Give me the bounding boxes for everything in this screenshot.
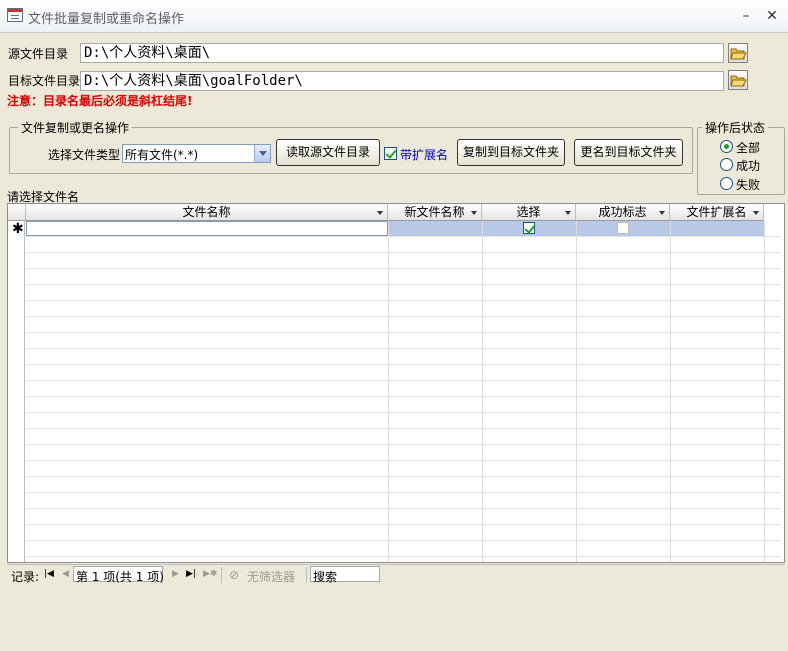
- read-source-button[interactable]: 读取源文件目录: [276, 139, 380, 166]
- new-record-icon: ✱: [12, 221, 24, 237]
- col-header-extension[interactable]: 文件扩展名: [670, 204, 764, 221]
- row-divider: [25, 460, 781, 461]
- sort-arrow-icon[interactable]: [565, 211, 571, 215]
- col-header-select[interactable]: 选择: [482, 204, 576, 221]
- search-input[interactable]: 搜索: [310, 566, 380, 584]
- source-browse-button[interactable]: [728, 43, 748, 63]
- form-icon: [7, 8, 23, 22]
- row-divider: [25, 428, 781, 429]
- row-divider: [25, 348, 781, 349]
- col-divider: [576, 221, 577, 562]
- row-divider: [25, 252, 781, 253]
- col-divider: [764, 221, 765, 562]
- row-divider: [25, 364, 781, 365]
- with-extension-label: 带扩展名: [400, 148, 449, 162]
- row-divider: [25, 524, 781, 525]
- new-row-extension-cell[interactable]: [670, 221, 764, 236]
- row-divider: [25, 316, 781, 317]
- close-button[interactable]: ✕: [763, 7, 781, 25]
- select-checkbox[interactable]: [523, 222, 535, 234]
- status-radio-all[interactable]: [720, 140, 733, 153]
- copy-to-target-button[interactable]: 复制到目标文件夹: [457, 139, 565, 166]
- first-record-icon[interactable]: |◀: [44, 569, 54, 579]
- source-dir-label: 源文件目录: [8, 47, 69, 61]
- col-header-new-filename[interactable]: 新文件名称: [388, 204, 482, 221]
- row-divider: [25, 412, 781, 413]
- sort-arrow-icon[interactable]: [377, 211, 383, 215]
- col-header-label: 文件名称: [182, 205, 231, 219]
- new-row-new-filename-cell[interactable]: [388, 221, 482, 236]
- col-divider: [388, 221, 389, 562]
- new-row-success-cell[interactable]: [576, 221, 670, 236]
- search-placeholder: 搜索: [313, 570, 338, 584]
- row-divider: [25, 300, 781, 301]
- minimize-button[interactable]: –: [737, 7, 755, 25]
- row-divider: [25, 236, 781, 237]
- status-radio-failed[interactable]: [720, 177, 733, 190]
- row-divider: [25, 556, 781, 557]
- with-extension-checkbox[interactable]: [384, 147, 397, 160]
- file-type-select[interactable]: 所有文件(*.*): [122, 144, 271, 163]
- col-header-label: 成功标志: [598, 205, 647, 219]
- row-divider: [25, 332, 781, 333]
- row-divider: [25, 508, 781, 509]
- target-browse-button[interactable]: [728, 70, 748, 90]
- no-filter-label[interactable]: 无筛选器: [247, 568, 295, 585]
- new-row-filename-cell[interactable]: [26, 221, 388, 236]
- nav-divider: [221, 567, 222, 583]
- status-label-all: 全部: [736, 141, 761, 155]
- source-dir-input[interactable]: D:\个人资料\桌面\: [80, 43, 724, 63]
- row-divider: [25, 492, 781, 493]
- selector-header: [8, 204, 26, 221]
- row-divider: [25, 444, 781, 445]
- col-header-success-flag[interactable]: 成功标志: [576, 204, 670, 221]
- status-radio-success[interactable]: [720, 158, 733, 171]
- row-divider: [25, 540, 781, 541]
- target-dir-label: 目标文件目录: [8, 74, 81, 88]
- open-folder-icon: [730, 48, 747, 60]
- chevron-down-icon[interactable]: [254, 145, 270, 162]
- row-divider: [25, 268, 781, 269]
- status-legend: 操作后状态: [702, 119, 769, 136]
- nav-divider: [306, 567, 307, 583]
- file-type-label: 选择文件类型: [48, 148, 121, 162]
- rename-to-target-button[interactable]: 更名到目标文件夹: [574, 139, 683, 166]
- record-position: 第 1 项(共 1 项): [76, 570, 164, 584]
- sort-arrow-icon[interactable]: [659, 211, 665, 215]
- row-divider: [25, 380, 781, 381]
- col-header-label: 文件扩展名: [686, 205, 747, 219]
- new-record-nav-icon[interactable]: ▶✱: [203, 569, 217, 579]
- col-header-label: 新文件名称: [404, 205, 465, 219]
- sort-arrow-icon[interactable]: [471, 211, 477, 215]
- prev-record-icon[interactable]: ◀: [62, 569, 69, 579]
- last-record-icon[interactable]: ▶|: [186, 569, 196, 579]
- row-divider: [25, 284, 781, 285]
- sort-arrow-icon[interactable]: [753, 211, 759, 215]
- col-header-label: 选择: [516, 205, 541, 219]
- warning-text: 注意：目录名最后必须是斜杠结尾!: [7, 94, 193, 108]
- next-record-icon[interactable]: ▶: [172, 569, 179, 579]
- open-folder-icon: [730, 75, 747, 87]
- col-divider: [670, 221, 671, 562]
- target-dir-input[interactable]: D:\个人资料\桌面\goalFolder\: [80, 71, 724, 91]
- file-datasheet[interactable]: 文件名称 新文件名称 选择 成功标志 文件扩展名 ✱: [7, 203, 785, 563]
- row-divider: [25, 476, 781, 477]
- status-label-success: 成功: [736, 159, 761, 173]
- col-header-filename[interactable]: 文件名称: [26, 204, 388, 221]
- new-row-select-cell[interactable]: [482, 221, 576, 236]
- row-divider: [25, 396, 781, 397]
- file-type-value: 所有文件(*.*): [125, 148, 199, 162]
- record-selector-column[interactable]: [8, 204, 25, 562]
- operations-legend: 文件复制或更名操作: [18, 119, 133, 136]
- status-label-failed: 失败: [736, 178, 761, 192]
- window-title: 文件批量复制或重命名操作: [28, 12, 185, 27]
- record-label: 记录:: [11, 570, 40, 584]
- title-bar: 文件批量复制或重命名操作 – ✕: [0, 0, 788, 33]
- success-checkbox: [617, 222, 629, 234]
- col-divider: [482, 221, 483, 562]
- no-filter-icon[interactable]: ⊘: [229, 568, 239, 582]
- record-position-box[interactable]: 第 1 项(共 1 项): [73, 566, 164, 584]
- record-navigator: 记录: |◀ ◀ 第 1 项(共 1 项) ▶ ▶| ▶✱ ⊘ 无筛选器 搜索: [7, 564, 785, 584]
